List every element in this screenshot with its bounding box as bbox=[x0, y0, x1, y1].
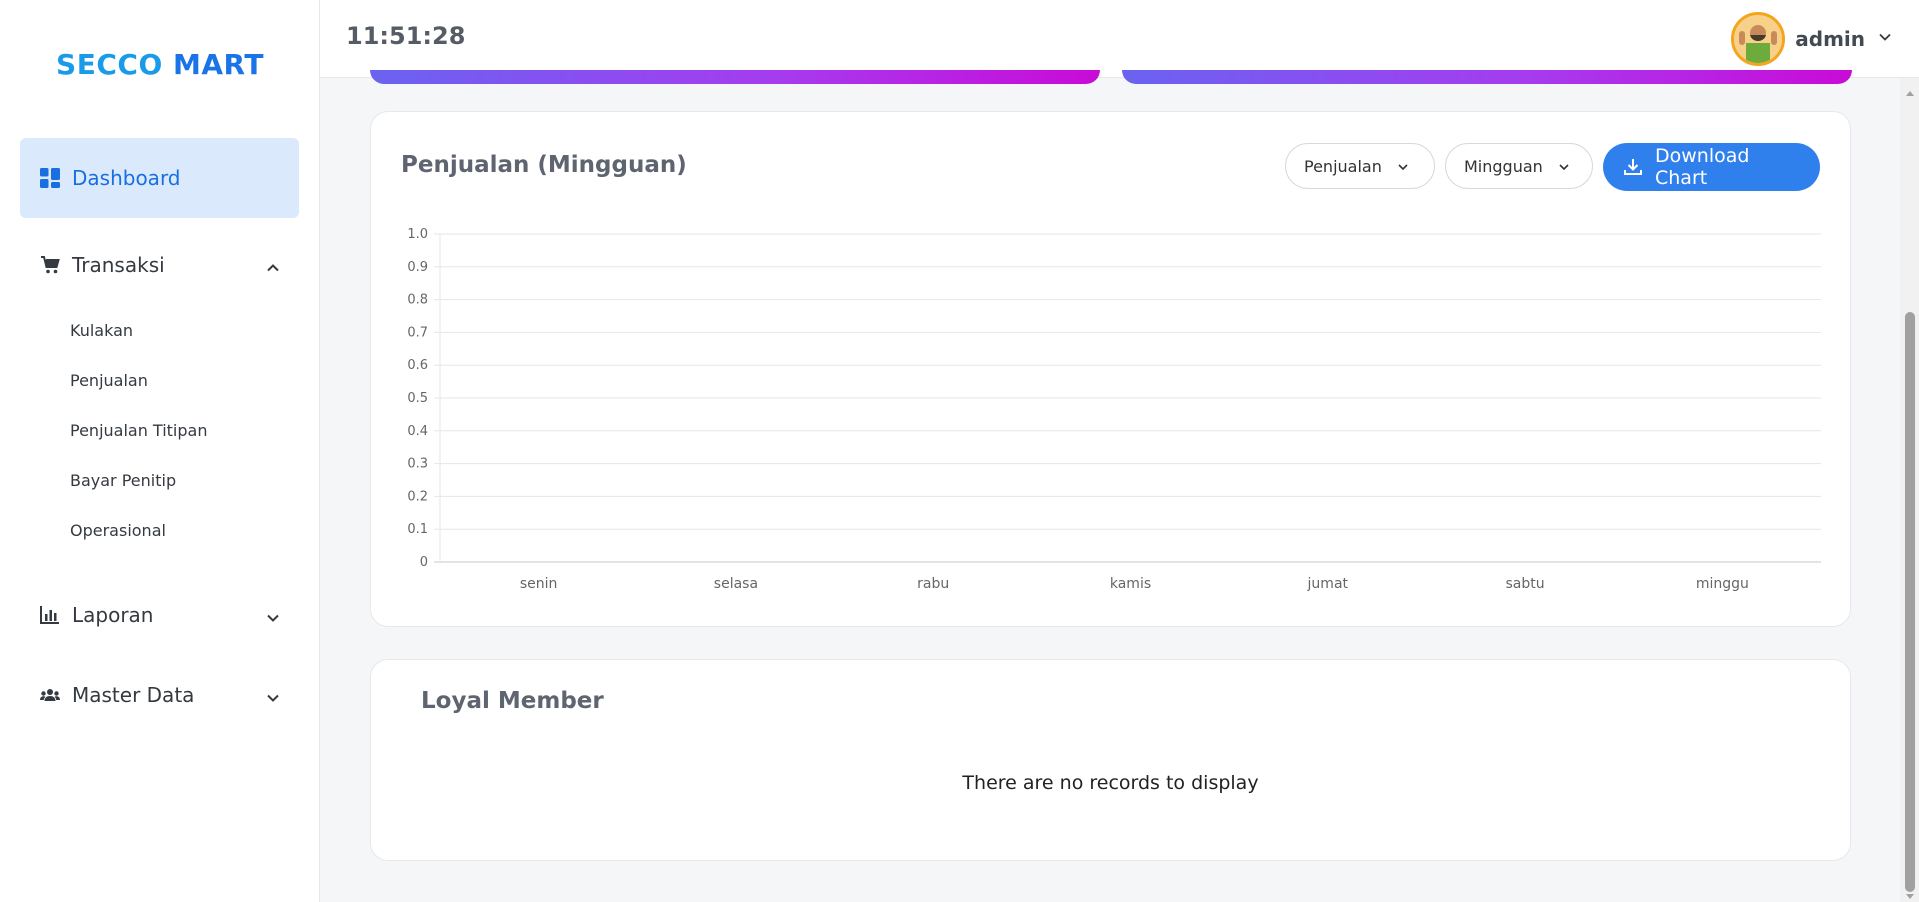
x-tick-label: kamis bbox=[1110, 576, 1151, 592]
y-tick-label: 0.5 bbox=[407, 391, 428, 406]
main-content: Penjualan (Mingguan) Penjualan Mingguan … bbox=[320, 70, 1900, 902]
scroll-up-arrow[interactable] bbox=[1905, 84, 1915, 96]
chart-type-select[interactable]: Penjualan bbox=[1285, 143, 1435, 189]
topbar: 11:51:28 admin bbox=[320, 0, 1919, 78]
y-tick-label: 0.7 bbox=[407, 325, 428, 340]
sidebar: SECCO MART Dashboard Transaksi Kulakan P… bbox=[0, 0, 320, 902]
cart-icon bbox=[40, 255, 60, 275]
sales-chart-card: Penjualan (Mingguan) Penjualan Mingguan … bbox=[370, 111, 1851, 627]
chevron-up-icon bbox=[265, 257, 281, 273]
chart-period-value: Mingguan bbox=[1464, 156, 1543, 176]
summary-card-left-bottom bbox=[370, 70, 1100, 84]
chevron-down-icon bbox=[265, 687, 281, 703]
y-tick-label: 0.4 bbox=[407, 424, 428, 439]
sidebar-item-master-data[interactable]: Master Data bbox=[20, 655, 299, 735]
sidebar-item-label: Master Data bbox=[72, 683, 195, 707]
brand-part1: SECCO bbox=[56, 48, 173, 81]
user-menu[interactable]: admin bbox=[1731, 10, 1893, 68]
x-tick-label: selasa bbox=[714, 576, 758, 592]
chevron-down-icon bbox=[265, 607, 281, 623]
sidebar-subitem-bayar-penitip[interactable]: Bayar Penitip bbox=[70, 468, 176, 494]
users-icon bbox=[40, 685, 60, 705]
x-tick-label: sabtu bbox=[1506, 576, 1545, 592]
chart-period-select[interactable]: Mingguan bbox=[1445, 143, 1593, 189]
sidebar-item-label: Dashboard bbox=[72, 166, 181, 190]
loyal-member-title: Loyal Member bbox=[421, 688, 604, 714]
chart-title: Penjualan (Mingguan) bbox=[401, 152, 687, 178]
summary-card-right-bottom bbox=[1122, 70, 1852, 84]
y-tick-label: 0.9 bbox=[407, 260, 428, 275]
download-chart-button[interactable]: Download Chart bbox=[1603, 143, 1820, 191]
sidebar-item-dashboard[interactable]: Dashboard bbox=[20, 138, 299, 218]
y-tick-label: 0.3 bbox=[407, 457, 428, 472]
sidebar-item-transaksi[interactable]: Transaksi bbox=[20, 225, 299, 305]
y-tick-label: 0.1 bbox=[407, 522, 428, 537]
grid-icon bbox=[40, 168, 60, 188]
x-tick-label: senin bbox=[520, 576, 558, 592]
sidebar-subitem-kulakan[interactable]: Kulakan bbox=[70, 318, 133, 344]
chevron-down-icon bbox=[1396, 159, 1410, 173]
sidebar-item-label: Transaksi bbox=[72, 253, 165, 277]
clock: 11:51:28 bbox=[346, 22, 466, 50]
y-tick-label: 1.0 bbox=[407, 227, 428, 242]
y-tick-label: 0.2 bbox=[407, 489, 428, 504]
download-chart-label: Download Chart bbox=[1655, 145, 1750, 189]
chevron-down-icon bbox=[1557, 159, 1571, 173]
sidebar-subitem-operasional[interactable]: Operasional bbox=[70, 518, 166, 544]
app-root: SECCO MART Dashboard Transaksi Kulakan P… bbox=[0, 0, 1919, 902]
sidebar-subitem-penjualan[interactable]: Penjualan bbox=[70, 368, 148, 394]
brand-part2: MART bbox=[173, 48, 264, 81]
loyal-member-card: Loyal Member There are no records to dis… bbox=[370, 659, 1851, 861]
sidebar-subitem-penjualan-titipan[interactable]: Penjualan Titipan bbox=[70, 418, 207, 444]
x-tick-label: rabu bbox=[917, 576, 949, 592]
x-tick-label: jumat bbox=[1307, 576, 1349, 592]
sidebar-item-laporan[interactable]: Laporan bbox=[20, 575, 299, 655]
y-tick-label: 0.6 bbox=[407, 358, 428, 373]
user-name: admin bbox=[1795, 27, 1865, 51]
bar-chart-icon bbox=[40, 605, 60, 625]
brand-logo[interactable]: SECCO MART bbox=[0, 48, 320, 81]
y-tick-label: 0 bbox=[420, 555, 428, 570]
sales-chart: 0 0.1 0.2 0.3 0.4 0.5 0.6 0.7 0.8 0.9 1.0 senin sela… bbox=[407, 227, 1821, 592]
download-icon bbox=[1623, 157, 1643, 177]
chart-type-value: Penjualan bbox=[1304, 156, 1382, 176]
scrollbar[interactable] bbox=[1900, 78, 1919, 902]
scrollbar-thumb[interactable] bbox=[1905, 312, 1915, 892]
scroll-down-arrow[interactable] bbox=[1905, 886, 1915, 899]
empty-records-message: There are no records to display bbox=[962, 772, 1259, 794]
x-tick-label: minggu bbox=[1696, 576, 1749, 592]
y-tick-label: 0.8 bbox=[407, 293, 428, 308]
chevron-down-icon bbox=[1877, 29, 1893, 49]
sidebar-item-label: Laporan bbox=[72, 603, 154, 627]
avatar bbox=[1731, 12, 1786, 66]
